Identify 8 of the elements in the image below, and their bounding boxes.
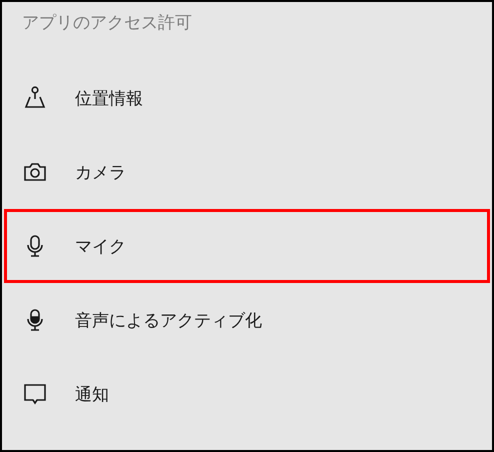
permission-item[interactable]: 位置情報 — [4, 61, 490, 135]
permission-item[interactable]: カメラ — [4, 135, 490, 209]
section-heading: アプリのアクセス許可 — [21, 12, 193, 35]
permission-item[interactable]: マイク — [4, 209, 490, 283]
map-pin-icon — [22, 85, 48, 111]
permission-item[interactable]: 音声によるアクティブ化 — [4, 283, 490, 357]
speech-bubble-icon — [22, 381, 48, 407]
permission-item[interactable]: 通知 — [4, 357, 490, 431]
